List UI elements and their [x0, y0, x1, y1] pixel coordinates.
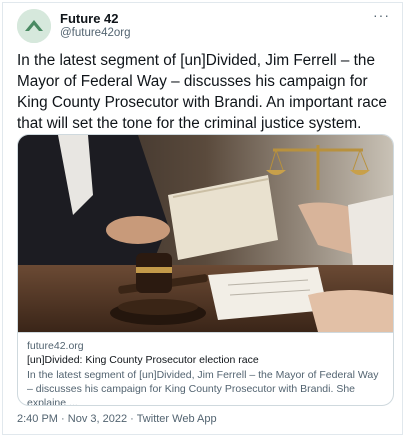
meta-separator: · [61, 413, 65, 425]
avatar[interactable] [17, 9, 51, 43]
link-preview-text[interactable]: future42.org [un]Divided: King County Pr… [18, 332, 393, 406]
link-domain: future42.org [27, 340, 84, 352]
link-title: [un]Divided: King County Prosecutor elec… [27, 354, 259, 366]
future42-logo-icon [17, 9, 51, 43]
link-preview-image[interactable] [18, 135, 393, 332]
more-options-icon[interactable]: ··· [373, 7, 390, 23]
author-handle[interactable]: @future42org [60, 27, 131, 39]
tweet-metadata: 2:40 PM · Nov 3, 2022 · Twitter Web App [17, 413, 217, 425]
author-name[interactable]: Future 42 [60, 11, 119, 26]
tweet-card: Future 42 @future42org ··· In the latest… [2, 2, 403, 435]
tweet-date[interactable]: Nov 3, 2022 [68, 413, 127, 425]
tweet-time[interactable]: 2:40 PM [17, 413, 58, 425]
tweet-source[interactable]: Twitter Web App [137, 413, 217, 425]
link-preview-card[interactable]: future42.org [un]Divided: King County Pr… [17, 134, 394, 406]
tweet-text: In the latest segment of [un]Divided, Ji… [17, 52, 387, 132]
link-description: In the latest segment of [un]Divided, Ji… [27, 369, 379, 406]
